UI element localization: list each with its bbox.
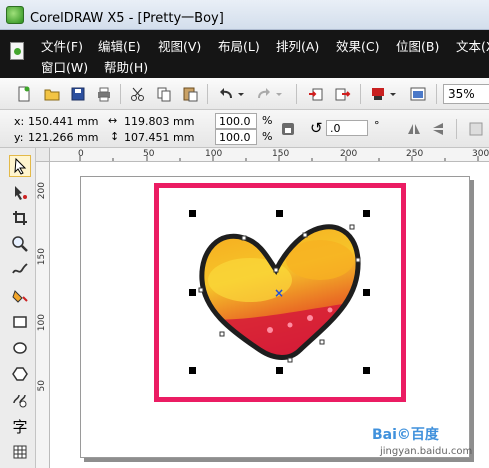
selection-handle-bottom-left[interactable] (189, 367, 196, 374)
document-icon[interactable] (10, 42, 24, 60)
selection-handle-bottom-right[interactable] (363, 367, 370, 374)
text-tool[interactable]: 字 (9, 415, 31, 437)
menu-effects[interactable]: 效果(C) (336, 36, 379, 55)
redo-dropdown-icon[interactable] (274, 84, 284, 104)
height-icon: ↕ (110, 130, 120, 143)
mirror-horizontal-icon[interactable] (404, 119, 424, 139)
rotate-icon: ↺ (310, 119, 323, 137)
undo-dropdown-icon[interactable] (236, 84, 246, 104)
ruler-label: 200 (37, 182, 47, 200)
mirror-vertical-icon[interactable] (428, 119, 448, 139)
vertical-ruler[interactable]: 200 150 100 50 (36, 162, 50, 468)
watermark-text: Bai©百度 (372, 427, 439, 443)
menu-help[interactable]: 帮助(H) (104, 57, 148, 76)
publish-dropdown-icon[interactable] (388, 84, 398, 104)
selection-handle-top-left[interactable] (189, 210, 196, 217)
y-position-field[interactable]: 121.266 mm (28, 131, 98, 144)
ruler-origin[interactable] (36, 148, 50, 162)
degree-label: ° (374, 119, 380, 132)
copy-icon[interactable] (154, 84, 174, 104)
rectangle-tool-icon[interactable] (9, 311, 31, 333)
scale-x-field[interactable]: 100.0 (215, 113, 257, 129)
wrap-text-icon[interactable] (466, 119, 486, 139)
toolbar-separator (207, 84, 208, 104)
menu-layout[interactable]: 布局(L) (218, 36, 260, 55)
toolbar-separator (296, 84, 297, 104)
height-field[interactable]: 107.451 mm (124, 131, 194, 144)
cut-icon[interactable] (128, 84, 148, 104)
x-label: x: (14, 115, 25, 128)
menu-file[interactable]: 文件(F) (41, 36, 83, 55)
baidu-watermark: Bai©百度 jingyan.baidu.com (372, 424, 487, 464)
paste-icon[interactable] (180, 84, 200, 104)
toolbar-separator (436, 84, 437, 104)
smart-fill-icon[interactable] (9, 285, 31, 307)
zoom-level-select[interactable]: 35% (443, 84, 489, 104)
menu-arrange[interactable]: 排列(A) (276, 36, 319, 55)
print-icon[interactable] (94, 84, 114, 104)
redo-icon[interactable] (254, 84, 274, 104)
pick-tool-icon[interactable] (9, 155, 31, 177)
menu-view[interactable]: 视图(V) (158, 36, 201, 55)
width-icon: ↔ (108, 114, 118, 127)
property-bar: x: 150.441 mm y: 121.266 mm ↔ 119.803 mm… (0, 110, 489, 148)
rotation-field[interactable]: .0 (326, 120, 368, 136)
shape-tool-icon[interactable] (9, 181, 31, 203)
menu-window[interactable]: 窗口(W) (41, 57, 88, 76)
heart-shape (198, 224, 361, 363)
watermark-sub: jingyan.baidu.com (380, 446, 473, 457)
import-icon[interactable] (306, 84, 326, 104)
ruler-label: 50 (37, 380, 47, 392)
standard-toolbar: 35% (0, 78, 489, 110)
freehand-tool-icon[interactable] (9, 259, 31, 281)
ruler-label: 100 (37, 314, 47, 332)
selection-handle-right[interactable] (363, 289, 370, 296)
toolbar-separator (360, 84, 361, 104)
selection-handle-bottom[interactable] (276, 367, 283, 374)
percent-label: % (262, 114, 273, 127)
selection-handle-left[interactable] (189, 289, 196, 296)
width-field[interactable]: 119.803 mm (124, 115, 194, 128)
horizontal-ruler[interactable]: 0 50 100 150 200 250 300 (50, 148, 489, 162)
ruler-ticks (79, 156, 479, 161)
open-icon[interactable] (42, 84, 62, 104)
percent-label: % (262, 130, 273, 143)
lock-ratio-icon[interactable] (278, 119, 298, 139)
application-launcher-icon[interactable] (408, 84, 428, 104)
undo-icon[interactable] (216, 84, 236, 104)
heart-bitmap-object[interactable] (180, 210, 390, 380)
save-icon[interactable] (68, 84, 88, 104)
coreldraw-app-icon (6, 6, 24, 24)
ellipse-tool-icon[interactable] (9, 337, 31, 359)
toolbar-separator (120, 84, 121, 104)
ruler-label: 150 (37, 248, 47, 266)
basic-shapes-icon[interactable] (9, 389, 31, 411)
menu-bitmaps[interactable]: 位图(B) (396, 36, 439, 55)
selection-handle-top[interactable] (276, 210, 283, 217)
window-title: CorelDRAW X5 - [Pretty一Boy] (30, 11, 224, 26)
export-icon[interactable] (332, 84, 352, 104)
crop-tool-icon[interactable] (9, 207, 31, 229)
toolbar-separator (456, 119, 457, 139)
selection-center-marker[interactable]: × (274, 286, 284, 300)
selection-handle-top-right[interactable] (363, 210, 370, 217)
menu-bar: 文件(F) 编辑(E) 视图(V) 布局(L) 排列(A) 效果(C) 位图(B… (0, 30, 489, 78)
title-bar: CorelDRAW X5 - [Pretty一Boy] (0, 0, 489, 30)
y-label: y: (14, 131, 24, 144)
scale-y-field[interactable]: 100.0 (215, 129, 257, 145)
x-position-field[interactable]: 150.441 mm (28, 115, 98, 128)
polygon-tool-icon[interactable] (9, 363, 31, 385)
menu-text[interactable]: 文本(X) (456, 36, 489, 55)
toolbox: 字 (0, 148, 36, 468)
new-document-icon[interactable] (14, 84, 34, 104)
publish-pdf-icon[interactable] (368, 84, 388, 104)
text-tool-label: 字 (12, 417, 28, 436)
table-tool-icon[interactable] (9, 441, 31, 463)
menu-edit[interactable]: 编辑(E) (98, 36, 141, 55)
zoom-tool-icon[interactable] (9, 233, 31, 255)
